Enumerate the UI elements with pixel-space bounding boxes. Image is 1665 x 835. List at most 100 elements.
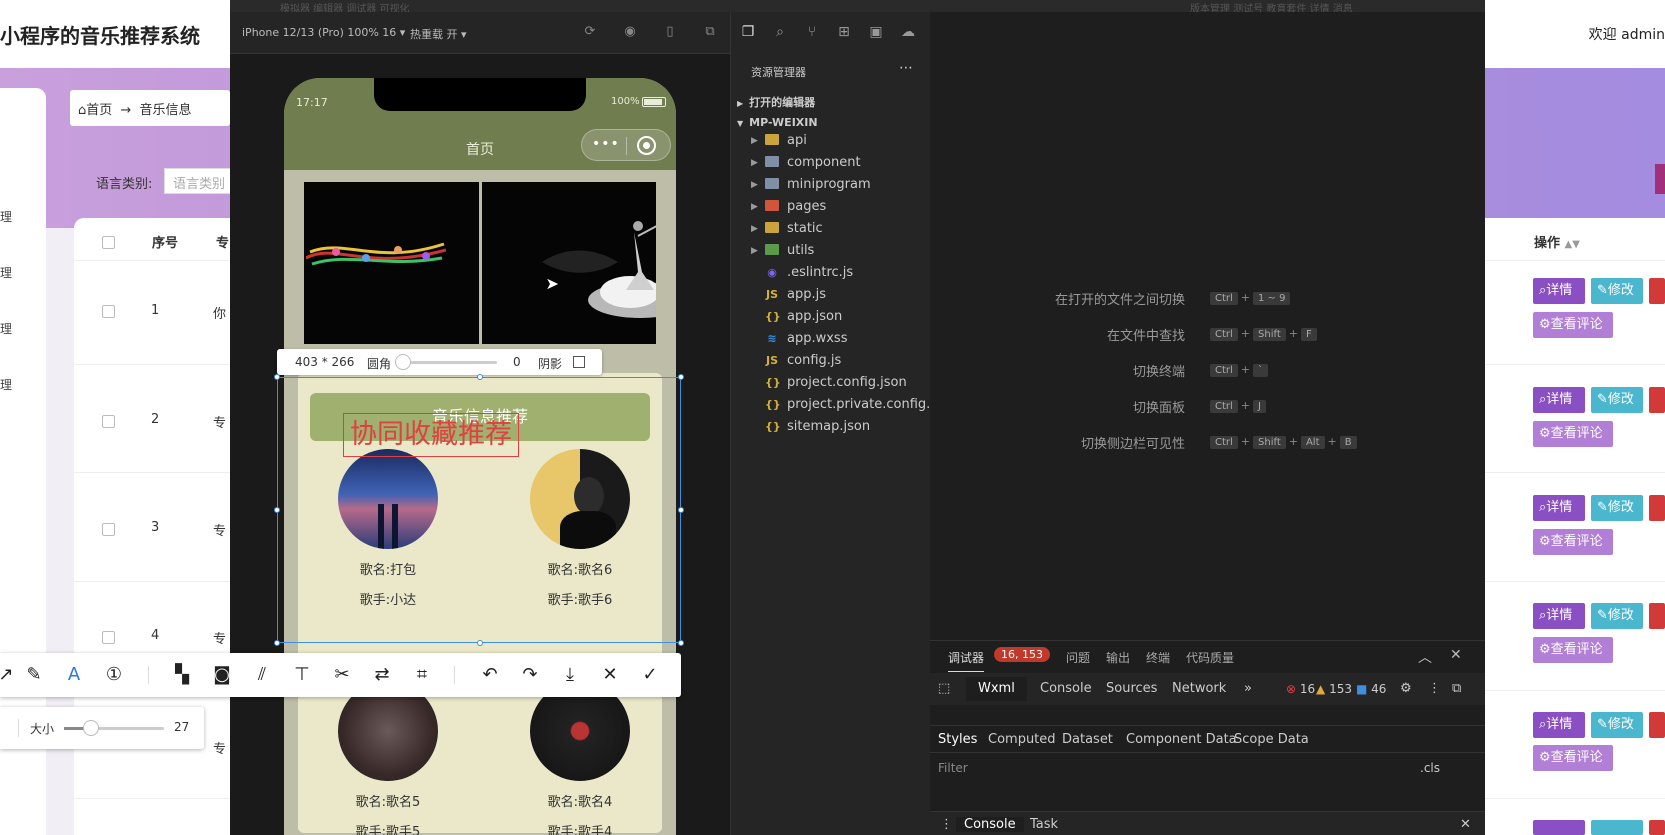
styles-filter-input[interactable]: Filter: [938, 761, 968, 775]
sidebar-item[interactable]: 理: [0, 208, 14, 224]
detail-button[interactable]: ⌕详情: [1533, 387, 1585, 413]
detail-button[interactable]: ⌕详情: [1533, 603, 1585, 629]
delete-button[interactable]: [1649, 495, 1665, 521]
tab-scope-data[interactable]: Scope Data: [1234, 732, 1309, 747]
resize-handle[interactable]: [477, 374, 483, 380]
search-button[interactable]: [1655, 164, 1665, 194]
project-section[interactable]: ▼ MP-WEIXIN: [737, 116, 818, 129]
docker-icon[interactable]: ☁: [899, 24, 917, 42]
select-all-checkbox[interactable]: [102, 236, 115, 249]
detail-button[interactable]: ⌕详情: [1533, 495, 1585, 521]
git-icon[interactable]: ⑂: [803, 24, 821, 42]
edit-button[interactable]: ✎修改: [1591, 495, 1643, 521]
row-checkbox[interactable]: [102, 415, 115, 428]
folder-component[interactable]: ▶ component: [751, 152, 861, 174]
file-app-json[interactable]: {} app.json: [765, 306, 842, 328]
drawer-menu-icon[interactable]: ⋮: [940, 817, 953, 832]
edit-button[interactable]: ✎修改: [1591, 712, 1643, 738]
delete-button[interactable]: [1649, 820, 1665, 835]
detail-button[interactable]: ⌕详情: [1533, 712, 1585, 738]
sidebar-item[interactable]: 理: [0, 264, 14, 280]
sort-icon[interactable]: ▲▼: [1565, 239, 1580, 250]
extensions-icon[interactable]: ⊞: [835, 24, 853, 42]
row-checkbox[interactable]: [102, 631, 115, 644]
row-checkbox[interactable]: [102, 523, 115, 536]
tab-problems[interactable]: 问题: [1066, 649, 1090, 666]
folder-api[interactable]: ▶ api: [751, 130, 807, 152]
redo-icon[interactable]: ↷: [518, 663, 542, 687]
pin-icon[interactable]: ⊤: [290, 663, 314, 687]
shadow-checkbox[interactable]: [573, 356, 585, 368]
confirm-icon[interactable]: ✓: [638, 663, 662, 687]
collapse-icon[interactable]: ︿: [1418, 647, 1432, 667]
resize-handle[interactable]: [274, 374, 280, 380]
comment-button[interactable]: ⚙查看评论: [1533, 745, 1613, 771]
resize-handle[interactable]: [678, 507, 684, 513]
folder-static[interactable]: ▶ static: [751, 218, 823, 240]
search-icon[interactable]: ⌕: [771, 24, 789, 42]
close-icon[interactable]: ✕: [1450, 647, 1462, 663]
hatch-icon[interactable]: ⫽: [250, 663, 274, 687]
tab-dataset[interactable]: Dataset: [1062, 732, 1113, 747]
delete-button[interactable]: [1649, 712, 1665, 738]
undo-icon[interactable]: ↶: [478, 663, 502, 687]
sidebar-item[interactable]: 理: [0, 376, 14, 392]
tab-output[interactable]: 输出: [1106, 649, 1130, 666]
tab-wxml[interactable]: Wxml: [966, 677, 1027, 701]
cloud-icon[interactable]: ▣: [867, 24, 885, 42]
tab-debugger[interactable]: 调试器: [948, 649, 985, 672]
devtools-menu-right[interactable]: 版本管理 测试号 教育套件 详情 消息: [1190, 0, 1353, 12]
pen-icon[interactable]: ✎: [22, 663, 46, 687]
edit-button[interactable]: [1591, 820, 1643, 835]
translate-icon[interactable]: ⇄: [370, 663, 394, 687]
open-editors-section[interactable]: ▶ 打开的编辑器: [737, 94, 815, 110]
inspect-icon[interactable]: ⬚: [938, 681, 950, 696]
radius-slider-handle[interactable]: [395, 354, 411, 370]
tab-network[interactable]: Network: [1172, 681, 1226, 696]
refresh-icon[interactable]: ⟳: [582, 24, 598, 40]
download-icon[interactable]: ⤓: [558, 663, 582, 687]
tab-styles[interactable]: Styles: [938, 732, 977, 747]
number-icon[interactable]: ①: [102, 663, 126, 687]
resize-handle[interactable]: [678, 374, 684, 380]
annotation-text[interactable]: 协同收藏推荐: [343, 413, 519, 457]
settings-icon[interactable]: ⚙: [1400, 681, 1412, 696]
devtools-menu-left[interactable]: 模拟器 编辑器 调试器 可视化: [280, 4, 410, 12]
admin-welcome[interactable]: 欢迎 admin: [1589, 24, 1665, 44]
language-filter-input[interactable]: 语言类别: [164, 168, 234, 194]
close-icon[interactable]: ✕: [1460, 817, 1471, 832]
arrow-icon[interactable]: ↗: [0, 663, 18, 687]
file-config-js[interactable]: JS config.js: [765, 350, 841, 372]
file-project-config[interactable]: {} project.config.json: [765, 372, 907, 394]
comment-button[interactable]: ⚙查看评论: [1533, 421, 1613, 447]
song-card[interactable]: 歌名:歌名4 歌手:歌手4: [510, 681, 650, 835]
device-select[interactable]: iPhone 12/13 (Pro) 100% 16 ▾: [242, 26, 405, 39]
cls-toggle[interactable]: .cls: [1420, 761, 1440, 775]
blur-icon[interactable]: ◙: [210, 663, 234, 687]
folder-utils[interactable]: ▶ utils: [751, 240, 814, 262]
file-eslintrc[interactable]: ◉ .eslintrc.js: [765, 262, 853, 284]
record-icon[interactable]: ◉: [622, 24, 638, 40]
detail-button[interactable]: ⌕详情: [1533, 278, 1585, 304]
column-actions[interactable]: 操作 ▲▼: [1534, 232, 1580, 251]
banner-swiper[interactable]: ➤: [304, 182, 656, 344]
file-app-wxss[interactable]: ≋ app.wxss: [765, 328, 847, 350]
resize-handle[interactable]: [274, 640, 280, 646]
delete-button[interactable]: [1649, 387, 1665, 413]
folder-pages[interactable]: ▶ pages: [751, 196, 826, 218]
edit-button[interactable]: ✎修改: [1591, 387, 1643, 413]
row-checkbox[interactable]: [102, 305, 115, 318]
edit-button[interactable]: ✎修改: [1591, 603, 1643, 629]
comment-button[interactable]: ⚙查看评论: [1533, 637, 1613, 663]
dock-icon[interactable]: ⧉: [1452, 681, 1461, 696]
file-sitemap[interactable]: {} sitemap.json: [765, 416, 870, 438]
breadcrumb-home[interactable]: 首页: [86, 103, 112, 118]
tab-component-data[interactable]: Component Data: [1126, 732, 1237, 747]
radius-slider[interactable]: [403, 361, 497, 364]
tab-sources[interactable]: Sources: [1106, 681, 1157, 696]
kebab-menu-icon[interactable]: ⋮: [1428, 681, 1441, 696]
tab-console[interactable]: Console: [1040, 681, 1092, 696]
tab-computed[interactable]: Computed: [988, 732, 1056, 747]
ocr-icon[interactable]: ⌗: [410, 663, 434, 687]
resize-handle[interactable]: [678, 640, 684, 646]
